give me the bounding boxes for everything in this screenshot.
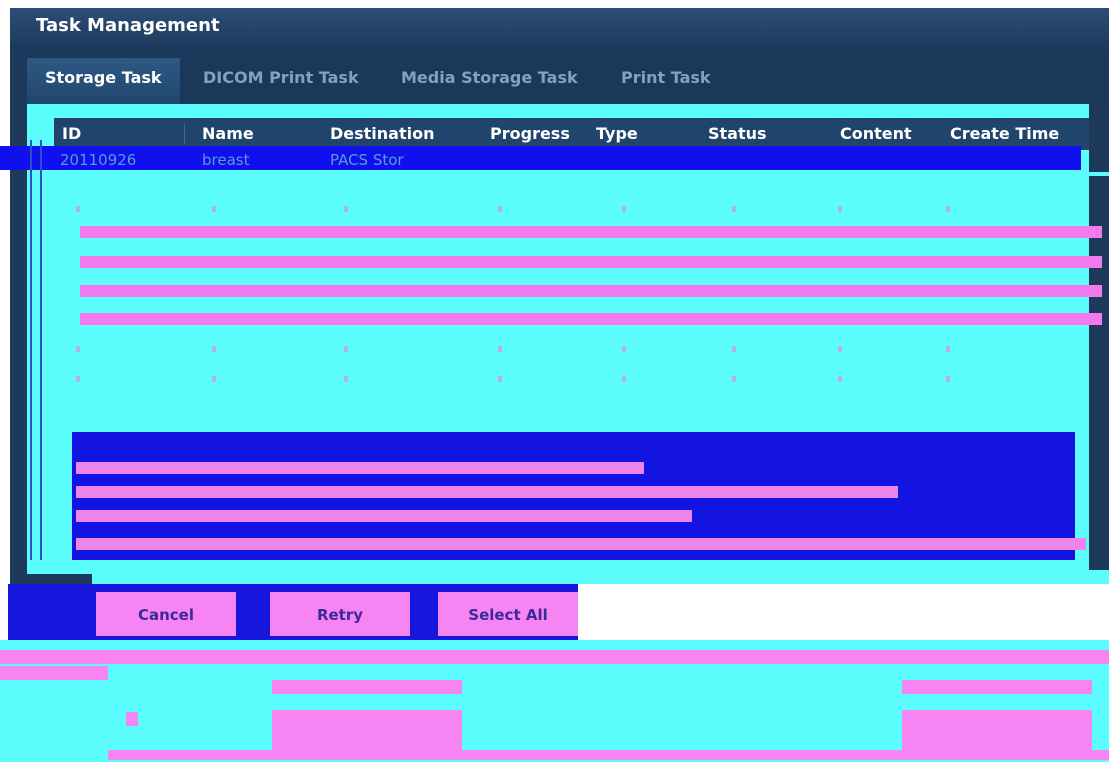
column-marker	[946, 376, 950, 382]
task-tabs: Storage Task DICOM Print Task Media Stor…	[27, 52, 1107, 104]
column-marker	[732, 346, 736, 352]
tab-media-storage-task[interactable]: Media Storage Task	[401, 58, 578, 104]
tab-print-task[interactable]: Print Task	[621, 58, 711, 104]
grid-line	[30, 140, 32, 560]
detail-line	[76, 486, 898, 498]
bottom-stripe	[0, 650, 1109, 664]
bottom-area	[0, 640, 1109, 762]
column-marker	[946, 206, 950, 212]
detail-line	[76, 462, 644, 474]
empty-row-stripe	[80, 285, 1102, 297]
empty-row-stripe	[80, 226, 1102, 238]
column-marker	[76, 346, 80, 352]
row-id: 20110926	[60, 151, 137, 169]
row-destination: PACS Stor	[330, 151, 404, 169]
column-marker	[344, 346, 348, 352]
select-all-button[interactable]: Select All	[438, 592, 578, 636]
bottom-block	[272, 710, 462, 754]
column-marker	[498, 376, 502, 382]
row-name: breast	[202, 151, 250, 169]
column-marker	[498, 346, 502, 352]
bottom-stripe	[0, 666, 108, 680]
column-marker	[622, 376, 626, 382]
column-marker	[212, 376, 216, 382]
column-marker	[76, 376, 80, 382]
column-marker	[838, 206, 842, 212]
button-bar: Cancel Retry Select All	[8, 584, 1109, 644]
cancel-button[interactable]: Cancel	[96, 592, 236, 636]
column-marker	[212, 346, 216, 352]
column-marker	[212, 206, 216, 212]
tab-dicom-print-task[interactable]: DICOM Print Task	[203, 58, 359, 104]
bottom-block	[902, 710, 1092, 754]
column-marker	[498, 206, 502, 212]
tab-storage-task[interactable]: Storage Task	[27, 58, 180, 104]
column-marker	[76, 206, 80, 212]
column-marker	[622, 346, 626, 352]
row-divider	[30, 172, 1109, 176]
bottom-marker	[126, 712, 138, 726]
detail-line	[76, 510, 692, 522]
column-marker	[344, 376, 348, 382]
column-marker	[344, 206, 348, 212]
column-marker	[732, 206, 736, 212]
window-title: Task Management	[10, 8, 1109, 44]
table-row[interactable]: 20110926 breast PACS Stor	[60, 150, 1109, 170]
bottom-stripe	[272, 680, 462, 694]
column-marker	[838, 346, 842, 352]
empty-row-stripe	[80, 313, 1102, 325]
retry-button[interactable]: Retry	[270, 592, 410, 636]
column-marker	[838, 376, 842, 382]
column-marker	[622, 206, 626, 212]
bottom-stripe	[902, 680, 1092, 694]
column-marker	[732, 376, 736, 382]
task-detail-area	[72, 432, 1086, 560]
horizontal-scrollbar[interactable]	[92, 570, 1109, 584]
grid-line	[40, 140, 42, 560]
empty-row-stripe	[80, 256, 1102, 268]
detail-line	[76, 538, 1086, 550]
column-marker	[946, 346, 950, 352]
bottom-stripe	[108, 750, 1109, 760]
